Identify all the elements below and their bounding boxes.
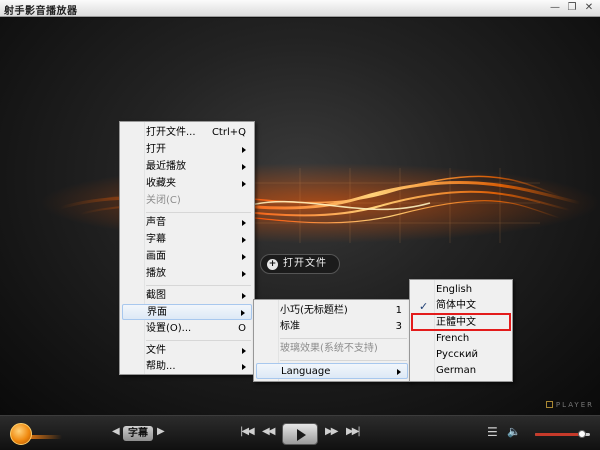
menu-item-standard-mode[interactable]: 标准 3 xyxy=(256,319,408,335)
plus-icon: + xyxy=(267,259,278,270)
close-button[interactable]: ✕ xyxy=(582,1,596,14)
player-logo-icon xyxy=(545,401,553,408)
volume-slider[interactable] xyxy=(535,430,590,438)
menu-item-settings[interactable]: 设置(O)... O xyxy=(122,321,252,337)
minimize-button[interactable]: — xyxy=(548,1,562,14)
app-logo-icon[interactable] xyxy=(10,423,32,445)
menu-item-russian[interactable]: Русский xyxy=(412,347,510,363)
splash-light-streak xyxy=(40,163,600,243)
menu-item-open-file[interactable]: 打开文件... Ctrl+Q xyxy=(122,125,252,141)
menu-item-english[interactable]: English xyxy=(412,282,510,298)
submenu-arrow-icon xyxy=(242,147,246,153)
submenu-arrow-icon xyxy=(397,369,401,375)
window-title: 射手影音播放器 xyxy=(4,6,78,17)
menu-item-video[interactable]: 画面 xyxy=(122,249,252,265)
highlight-annotation-box xyxy=(411,313,511,331)
menu-item-german[interactable]: German xyxy=(412,363,510,379)
submenu-arrow-icon xyxy=(242,271,246,277)
submenu-arrow-icon xyxy=(241,310,245,316)
submenu-arrow-icon xyxy=(242,237,246,243)
submenu-arrow-icon xyxy=(242,254,246,260)
fast-forward-icon[interactable]: ▶▶ xyxy=(325,426,338,437)
menu-item-file[interactable]: 文件 xyxy=(122,343,252,359)
menu-separator xyxy=(146,212,251,213)
context-menu: 打开文件... Ctrl+Q 打开 最近播放 收藏夹 关闭(C) 声音 字幕 画面… xyxy=(119,121,255,375)
menu-item-subtitles[interactable]: 字幕 xyxy=(122,232,252,248)
menu-separator xyxy=(280,360,407,361)
subtitle-button[interactable]: 字幕 xyxy=(123,426,153,441)
submenu-arrow-icon xyxy=(242,181,246,187)
menu-item-open[interactable]: 打开 xyxy=(122,142,252,158)
control-bar: ◀ 字幕 ▶ |◀◀ ◀◀ ▶▶ ▶▶| ☰ 🔈 xyxy=(0,415,600,450)
menu-separator xyxy=(280,338,407,339)
volume-icon[interactable]: 🔈 xyxy=(507,425,521,438)
submenu-arrow-icon xyxy=(242,220,246,226)
menu-separator xyxy=(146,285,251,286)
menu-item-favorites[interactable]: 收藏夹 xyxy=(122,176,252,192)
maximize-button[interactable]: ❐ xyxy=(565,1,579,14)
interface-submenu: 小巧(无标题栏) 1 标准 3 玻璃效果(系统不支持) Language xyxy=(253,299,411,382)
subtitle-prev-icon[interactable]: ◀ xyxy=(112,426,120,437)
menu-item-screenshot[interactable]: 截图 xyxy=(122,288,252,304)
open-file-button[interactable]: + 打开文件 xyxy=(260,254,340,274)
play-button[interactable] xyxy=(282,423,318,445)
open-file-label: 打开文件 xyxy=(283,258,327,269)
menu-item-french[interactable]: French xyxy=(412,331,510,347)
skip-back-icon[interactable]: |◀◀ xyxy=(240,426,255,437)
rewind-icon[interactable]: ◀◀ xyxy=(262,426,275,437)
menu-item-playback[interactable]: 播放 xyxy=(122,266,252,282)
player-brand-mark: PLAYER xyxy=(545,401,594,409)
menu-item-compact-mode[interactable]: 小巧(无标题栏) 1 xyxy=(256,303,408,319)
skip-forward-icon[interactable]: ▶▶| xyxy=(346,426,361,437)
menu-item-close: 关闭(C) xyxy=(146,195,181,206)
menu-separator xyxy=(146,340,251,341)
title-bar: 射手影音播放器 — ❐ ✕ xyxy=(0,0,600,17)
menu-item-recent[interactable]: 最近播放 xyxy=(122,159,252,175)
submenu-arrow-icon xyxy=(242,164,246,170)
menu-item-interface[interactable]: 界面 xyxy=(122,304,252,320)
submenu-arrow-icon xyxy=(242,364,246,370)
volume-fill xyxy=(535,433,582,436)
volume-knob[interactable] xyxy=(577,430,586,438)
logo-tail-decoration xyxy=(28,435,62,439)
play-icon xyxy=(297,429,306,441)
submenu-arrow-icon xyxy=(242,348,246,354)
submenu-arrow-icon xyxy=(242,293,246,299)
menu-item-language[interactable]: Language xyxy=(256,363,408,379)
subtitle-next-icon[interactable]: ▶ xyxy=(157,426,165,437)
playlist-icon[interactable]: ☰ xyxy=(487,425,498,439)
menu-item-help[interactable]: 帮助... xyxy=(122,359,252,375)
menu-item-simplified-chinese[interactable]: ✓ 简体中文 xyxy=(412,298,510,314)
menu-item-audio[interactable]: 声音 xyxy=(122,215,252,231)
menu-item-glass-effect: 玻璃效果(系统不支持) xyxy=(280,343,378,354)
